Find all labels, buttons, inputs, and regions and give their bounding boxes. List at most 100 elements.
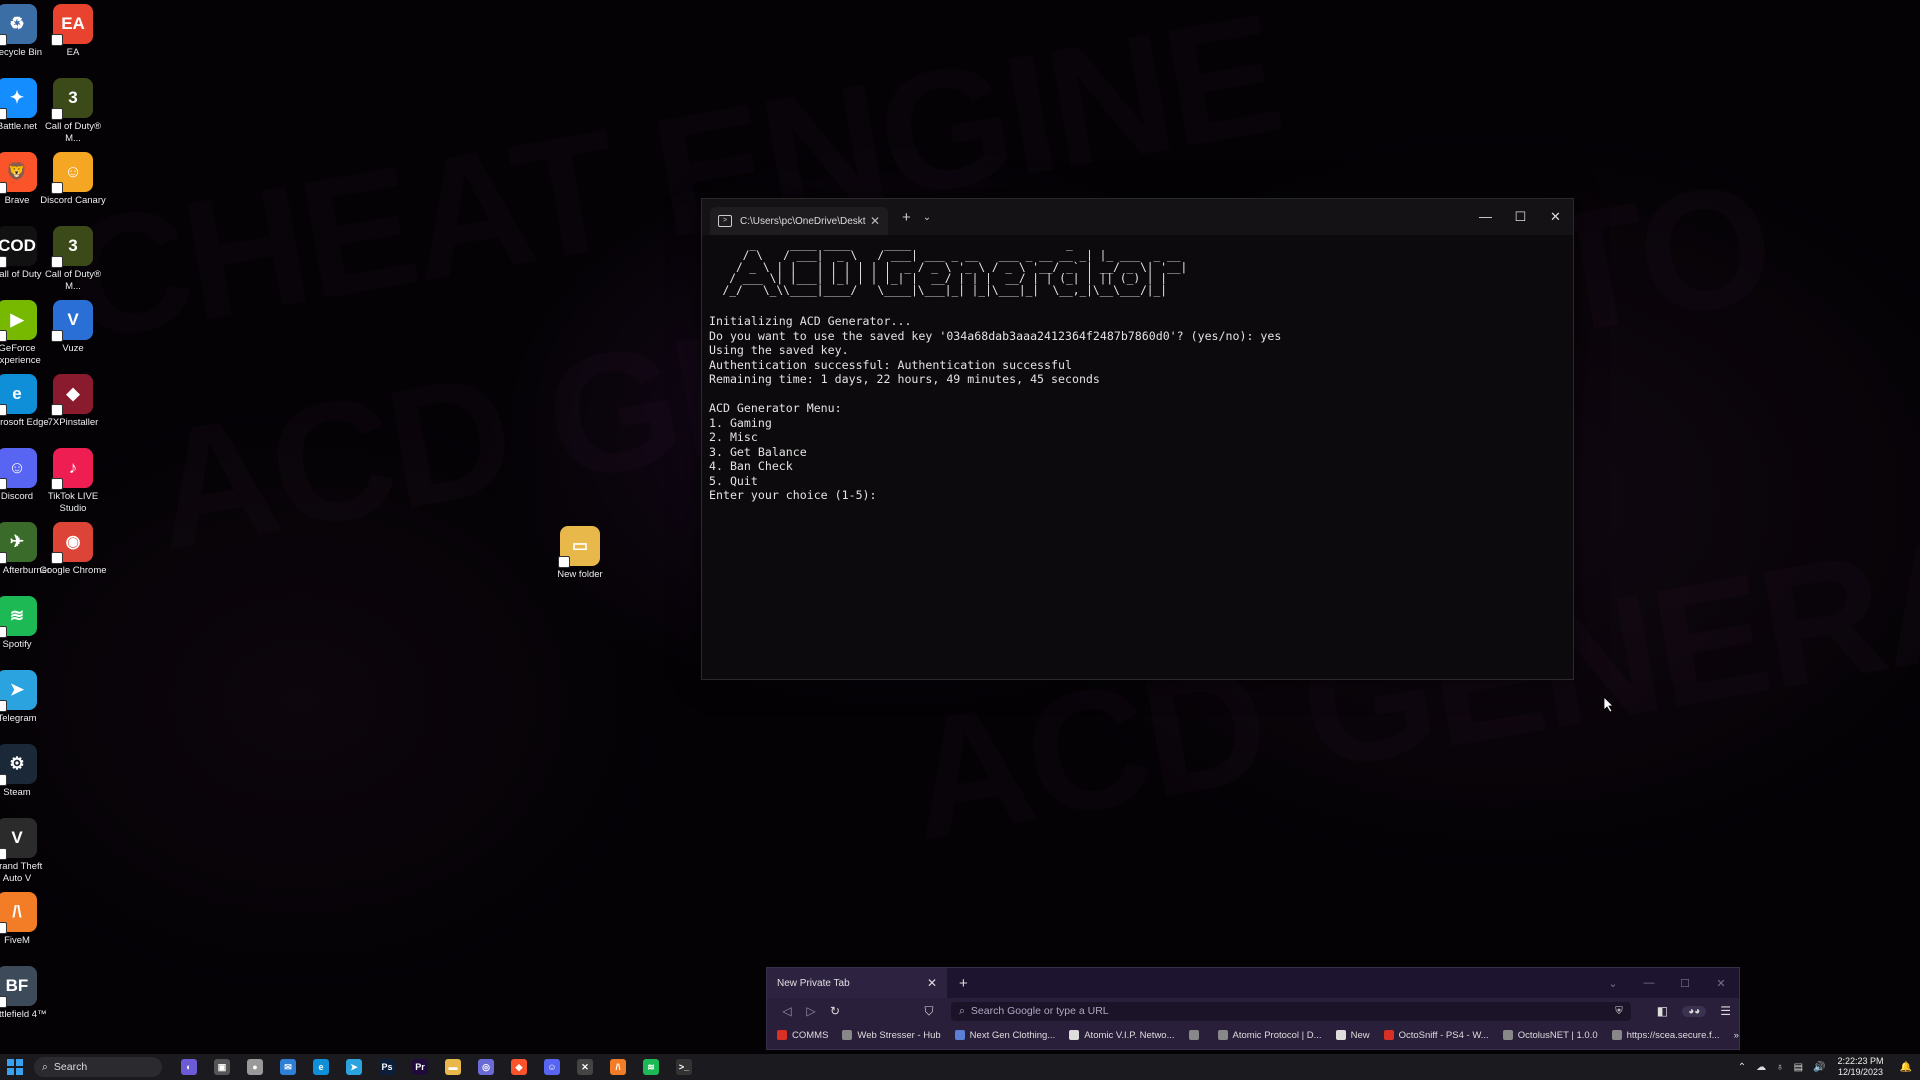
edge-icon[interactable]: e [308,1054,334,1080]
chat-icon[interactable]: ● [242,1054,268,1080]
premiere-icon[interactable]: Pr [407,1054,433,1080]
bookmark-item[interactable]: Web Stresser - Hub [842,1030,941,1041]
terminal-tab[interactable]: > C:\Users\pc\OneDrive\Deskto ✕ [710,207,888,235]
app-glyph: ▬ [445,1059,461,1075]
clock[interactable]: 2:22:23 PM 12/19/2023 [1838,1056,1884,1078]
desktop-icon[interactable]: VGrand Theft Auto V [0,818,52,885]
bookmark-item[interactable]: New [1335,1030,1370,1041]
start-button[interactable] [2,1054,28,1080]
app-icon: EA [51,4,93,46]
app-icon: ☺ [0,448,37,490]
menu-icon[interactable]: ☰ [1720,1004,1731,1018]
photoshop-icon[interactable]: Ps [374,1054,400,1080]
bookmark-icon[interactable]: ⛉ [917,1004,941,1019]
desktop-icon[interactable]: EA EA [38,4,108,59]
desktop-icon[interactable]: BFBattlefield 4™ [0,966,52,1021]
bookmark-item[interactable]: Atomic Protocol | D... [1217,1030,1322,1041]
desktop-icon[interactable]: ▭ New folder [545,526,615,581]
terminal-line: Remaining time: 1 days, 22 hours, 49 min… [709,372,1100,387]
taskview-icon[interactable]: ▣ [209,1054,235,1080]
copilot-icon[interactable]: ◐ [176,1054,202,1080]
desktop-icon[interactable]: 3 Call of Duty® M... [38,226,108,293]
desktop-icon[interactable]: 3 Call of Duty® M... [38,78,108,145]
spotify-icon[interactable]: ≋ [638,1054,664,1080]
new-tab-button[interactable]: + [959,975,968,992]
reload-icon[interactable]: ↻ [823,1004,847,1018]
maximize-button[interactable]: ☐ [1667,977,1703,990]
desktop-icon[interactable]: ♪ TikTok LIVE Studio [38,448,108,515]
telegram-icon[interactable]: ➤ [341,1054,367,1080]
bookmark-item[interactable]: OctolusNET | 1.0.0 [1502,1030,1598,1041]
app-glyph: ● [247,1059,263,1075]
bookmark-item[interactable]: COMMS [777,1030,828,1041]
more-bookmarks-icon[interactable]: » [1734,1030,1739,1041]
bookmark-item[interactable]: OctoSniff - PS4 - W... [1383,1030,1489,1041]
minimize-button[interactable]: — [1631,977,1667,990]
chevron-up-icon[interactable]: ⌃ [1738,1062,1746,1073]
discord-icon[interactable]: ☺ [539,1054,565,1080]
shortcut-arrow-icon [0,478,7,490]
browser-window[interactable]: New Private Tab ✕ + ⌄ — ☐ ✕ ◁ ▷ ↻ ⛉ ⌕ Se… [766,967,1740,1050]
shortcut-arrow-icon [0,404,7,416]
close-tab-icon[interactable]: ✕ [870,214,880,228]
favicon-icon [1217,1030,1228,1040]
sidebar-icon[interactable]: ◧ [1657,1004,1668,1018]
terminal-output[interactable]: _ ____ ____ ____ _ / \ / ___| _ \ / ___|… [709,235,1565,679]
app-icon: 3 [51,226,93,268]
shortcut-arrow-icon [51,108,63,120]
browser-tab[interactable]: New Private Tab ✕ [767,968,947,998]
desktop-icon-label: Grand Theft Auto V [0,861,43,884]
maximize-button[interactable]: ☐ [1503,209,1538,225]
onedrive-icon[interactable]: ☁ [1756,1062,1766,1073]
app-icon: ◉ [51,522,93,564]
address-bar[interactable]: ⌕ Search Google or type a URL ⛨ [951,1001,1631,1021]
bookmark-item[interactable]: Atomic V.I.P. Netwo... [1069,1030,1175,1041]
xbox-icon[interactable]: ✕ [572,1054,598,1080]
explorer-icon[interactable]: ▬ [440,1054,466,1080]
bookmark-item[interactable]: Next Gen Clothing... [954,1030,1055,1041]
bookmark-item[interactable]: https://scea.secure.f... [1611,1030,1720,1041]
chevron-down-icon[interactable]: ⌄ [1595,977,1631,990]
desktop-icon[interactable]: /\ FiveM [0,892,52,947]
fivem-icon[interactable]: /\ [605,1054,631,1080]
shortcut-arrow-icon [51,182,63,194]
brave-icon[interactable]: ◆ [506,1054,532,1080]
browser-tab-bar: New Private Tab ✕ + ⌄ — ☐ ✕ [767,968,1739,998]
minimize-button[interactable]: — [1468,209,1503,225]
mail-icon[interactable]: ✉ [275,1054,301,1080]
close-button[interactable]: ✕ [1538,209,1573,225]
app-glyph: ✕ [577,1059,593,1075]
notification-icon[interactable]: 🔔 [1900,1062,1912,1073]
favicon-icon [1502,1030,1513,1040]
volume-icon[interactable]: 🔊 [1813,1062,1825,1073]
desktop-icon[interactable]: V Vuze [38,300,108,355]
close-tab-icon[interactable]: ✕ [927,976,937,990]
app-icon: ✈ [0,522,37,564]
desktop-icon[interactable]: ☺ Discord Canary [38,152,108,207]
desktop-icon[interactable]: ⚙ Steam [0,744,52,799]
favicon-icon [1188,1030,1199,1040]
private-profile-icon[interactable]: ◕◕ [1682,1005,1707,1017]
chevron-down-icon[interactable]: ⌄ [923,212,931,223]
network-icon[interactable]: ▤ [1794,1062,1803,1073]
gamepad-icon[interactable]: ◎ [473,1054,499,1080]
back-icon[interactable]: ◁ [775,1004,799,1018]
desktop-icon[interactable]: ≋ Spotify [0,596,52,651]
app-glyph: e [313,1059,329,1075]
terminal-tab-bar: > C:\Users\pc\OneDrive\Deskto ✕ + ⌄ — ☐ … [702,199,1573,235]
terminal-icon[interactable]: >_ [671,1054,697,1080]
close-button[interactable]: ✕ [1703,977,1739,990]
taskbar-search[interactable]: ⌕ Search [34,1057,162,1077]
microphone-icon[interactable]: ♁ [1776,1062,1784,1073]
clock-time: 2:22:23 PM [1837,1056,1884,1066]
terminal-window[interactable]: > C:\Users\pc\OneDrive\Deskto ✕ + ⌄ — ☐ … [701,198,1574,680]
desktop-icon[interactable]: ◉ Google Chrome [38,522,108,577]
desktop-icon-label: Call of Duty® M... [44,121,102,144]
forward-icon[interactable]: ▷ [799,1004,823,1018]
brave-shield-icon[interactable]: ⛨ [1615,1006,1623,1017]
app-glyph: ◆ [511,1059,527,1075]
bookmark-item[interactable] [1188,1030,1204,1040]
desktop-icon[interactable]: ➤ Telegram [0,670,52,725]
new-tab-button[interactable]: + [902,209,911,226]
desktop-icon[interactable]: ◆ 7XPinstaller [38,374,108,429]
